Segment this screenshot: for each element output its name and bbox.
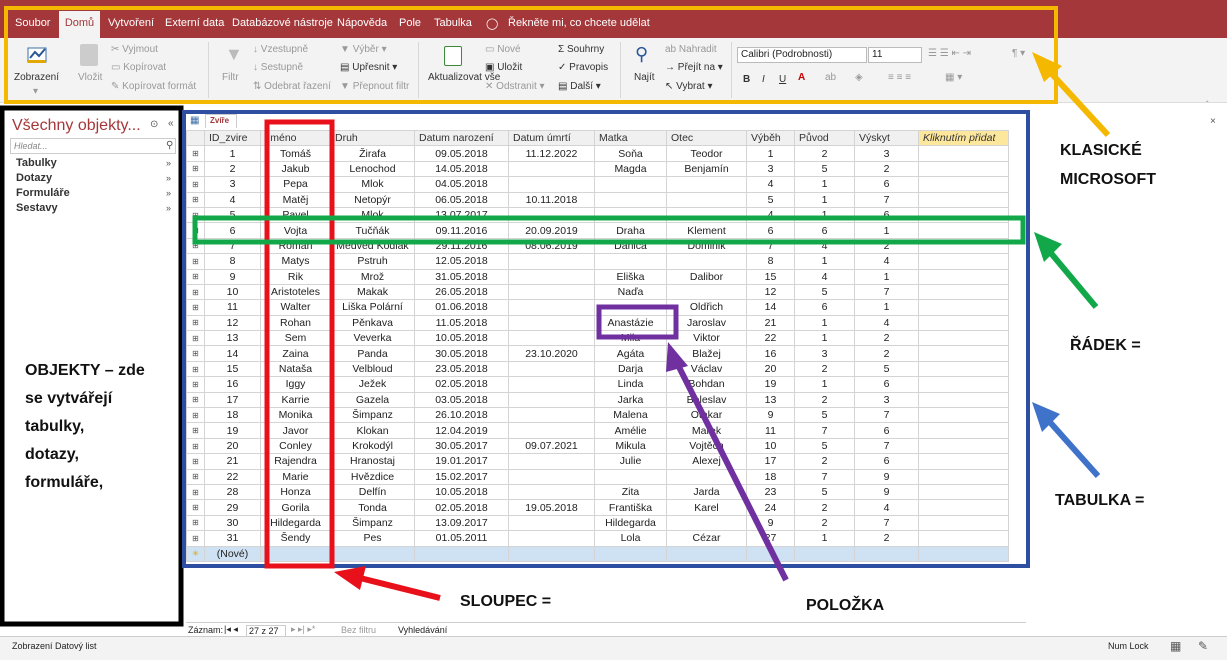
column-arrowhead: [334, 566, 366, 590]
annotation-overlay: [0, 6, 1111, 627]
annotation-microsoft: MICROSOFT: [1060, 171, 1156, 188]
item-arrowhead: [666, 342, 688, 372]
item-highlight-box: [596, 304, 679, 340]
row-highlight-box: [192, 215, 1026, 245]
ribbon-highlight-box: [4, 6, 1058, 104]
annotation-objects-1: OBJEKTY – zde: [25, 362, 145, 379]
table-arrow: [1045, 418, 1101, 478]
annotation-column: SLOUPEC =: [460, 593, 552, 610]
annotation-item: POLOŽKA: [806, 597, 885, 614]
annotation-objects-3: tabulky,: [25, 418, 85, 435]
annotation-objects-5: formuláře,: [25, 474, 104, 491]
annotation-objects-2: se vytvářejí: [25, 390, 113, 407]
column-highlight-box: [264, 119, 335, 569]
annotation-row: ŘÁDEK =: [1070, 337, 1141, 354]
item-arrow: [675, 363, 789, 582]
ribbon-arrow: [1047, 69, 1111, 138]
row-arrow: [1047, 250, 1099, 309]
annotation-objects-4: dotazy,: [25, 446, 79, 463]
annotation-table: TABULKA =: [1055, 492, 1145, 509]
annotation-klasicke: KLASICKÉ: [1060, 142, 1142, 159]
column-arrow: [359, 575, 441, 601]
